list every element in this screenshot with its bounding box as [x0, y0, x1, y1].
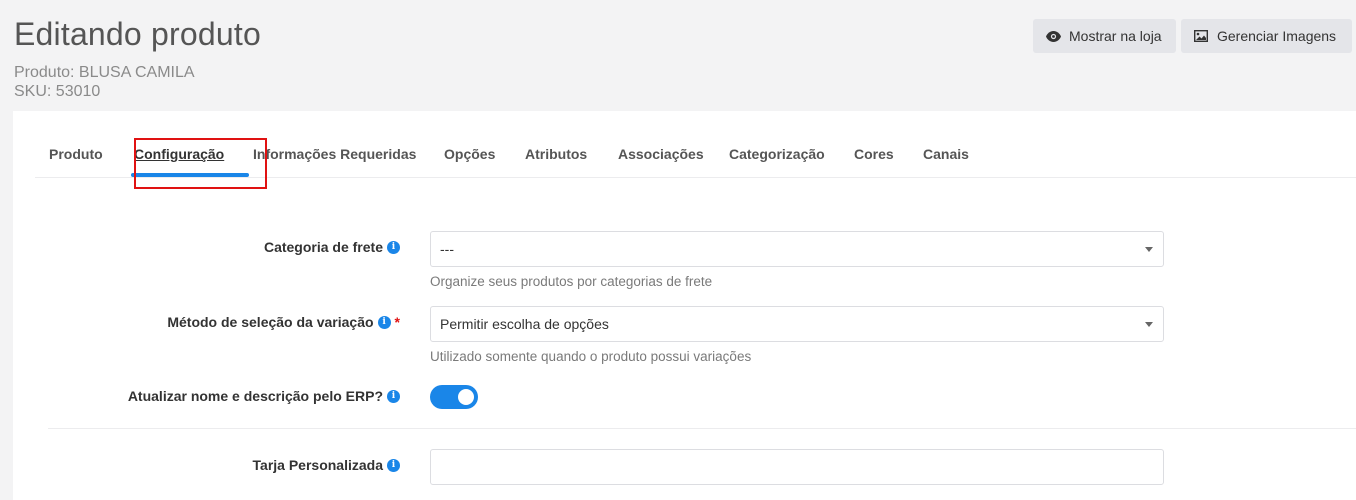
erp-update-toggle[interactable]: [430, 385, 478, 409]
info-icon[interactable]: i: [377, 315, 391, 329]
shipping-category-value: ---: [440, 241, 454, 257]
eye-icon: [1045, 28, 1061, 44]
chevron-down-icon: [1145, 246, 1153, 252]
product-sku: SKU: 53010: [14, 83, 101, 100]
tab-informacoes-requeridas[interactable]: Informações Requeridas: [253, 146, 416, 162]
info-icon[interactable]: i: [387, 389, 400, 403]
variation-method-help: Utilizado somente quando o produto possu…: [430, 349, 752, 364]
show-in-store-button[interactable]: Mostrar na loja: [1033, 19, 1176, 53]
product-name: Produto: BLUSA CAMILA: [14, 64, 195, 81]
product-edit-card: Produto Configuração Informações Requeri…: [13, 111, 1356, 500]
show-in-store-label: Mostrar na loja: [1069, 28, 1162, 44]
tab-bar: Produto Configuração Informações Requeri…: [35, 111, 1356, 189]
manage-images-label: Gerenciar Imagens: [1217, 28, 1337, 44]
variation-method-label: Método de seleção da variação i *: [167, 314, 400, 330]
chevron-down-icon: [1145, 321, 1153, 327]
tab-cores[interactable]: Cores: [854, 146, 894, 162]
shipping-category-label: Categoria de frete i: [264, 239, 400, 255]
shipping-category-label-text: Categoria de frete: [263, 239, 383, 255]
erp-update-label-text: Atualizar nome e descrição pelo ERP?: [127, 388, 383, 404]
info-icon[interactable]: i: [387, 458, 400, 472]
page-title: Editando produto: [14, 16, 261, 52]
info-icon[interactable]: i: [387, 240, 400, 254]
variation-method-label-text: Método de seleção da variação: [167, 314, 374, 330]
erp-update-label: Atualizar nome e descrição pelo ERP? i: [128, 388, 400, 404]
tab-atributos[interactable]: Atributos: [525, 146, 587, 162]
custom-banner-input[interactable]: [430, 449, 1164, 485]
custom-banner-label: Tarja Personalizada i: [253, 457, 400, 473]
toggle-knob: [458, 389, 474, 405]
tab-canais[interactable]: Canais: [923, 146, 969, 162]
shipping-category-help: Organize seus produtos por categorias de…: [430, 274, 713, 289]
image-icon: [1193, 28, 1209, 44]
shipping-category-select[interactable]: ---: [430, 231, 1164, 267]
custom-banner-label-text: Tarja Personalizada: [252, 457, 383, 473]
tab-highlight-box: [134, 138, 267, 189]
tab-produto[interactable]: Produto: [49, 146, 103, 162]
tab-categorizacao[interactable]: Categorização: [729, 146, 825, 162]
section-divider: [48, 428, 1356, 429]
tab-opcoes[interactable]: Opções: [444, 146, 495, 162]
required-mark: *: [394, 314, 400, 330]
tab-associacoes[interactable]: Associações: [618, 146, 704, 162]
variation-method-value: Permitir escolha de opções: [440, 316, 609, 332]
manage-images-button[interactable]: Gerenciar Imagens: [1181, 19, 1352, 53]
variation-method-select[interactable]: Permitir escolha de opções: [430, 306, 1164, 342]
